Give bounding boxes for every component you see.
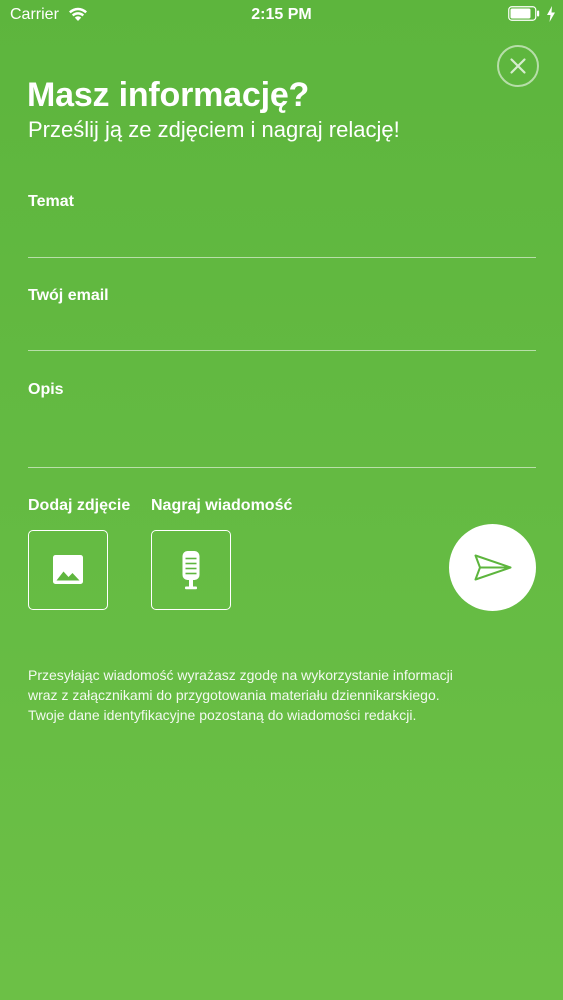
disclaimer-line: wraz z załącznikami do przygotowania mat…	[28, 687, 440, 703]
paper-plane-icon	[474, 554, 512, 581]
page-title: Masz informację?	[27, 76, 310, 114]
disclaimer-line: Przesyłając wiadomość wyrażasz zgodę na …	[28, 667, 453, 683]
disclaimer-line: Twoje dane identyfikacyjne pozostaną do …	[28, 707, 417, 723]
send-button[interactable]	[449, 524, 536, 611]
description-input[interactable]	[28, 420, 536, 460]
consent-disclaimer: Przesyłając wiadomość wyrażasz zgodę na …	[28, 665, 538, 725]
microphone-icon	[182, 551, 200, 590]
image-icon	[53, 555, 83, 584]
add-photo-button[interactable]	[28, 530, 108, 610]
email-underline	[28, 350, 536, 351]
clock-time: 2:15 PM	[251, 6, 312, 23]
email-input[interactable]	[28, 318, 536, 348]
close-button[interactable]	[497, 45, 539, 87]
close-icon	[510, 58, 526, 74]
status-bar: Carrier 2:15 PM	[0, 0, 563, 30]
record-audio-button[interactable]	[151, 530, 231, 610]
topic-input[interactable]	[28, 224, 536, 254]
battery-icon	[508, 6, 540, 21]
email-label: Twój email	[28, 287, 109, 304]
topic-underline	[28, 257, 536, 258]
charging-bolt-icon	[546, 6, 556, 22]
add-photo-label: Dodaj zdjęcie	[28, 497, 131, 514]
record-message-label: Nagraj wiadomość	[151, 497, 293, 514]
description-underline	[28, 467, 536, 468]
topic-label: Temat	[28, 193, 74, 210]
page-subtitle: Prześlij ją ze zdjęciem i nagraj relację…	[28, 117, 400, 142]
description-label: Opis	[28, 381, 64, 398]
